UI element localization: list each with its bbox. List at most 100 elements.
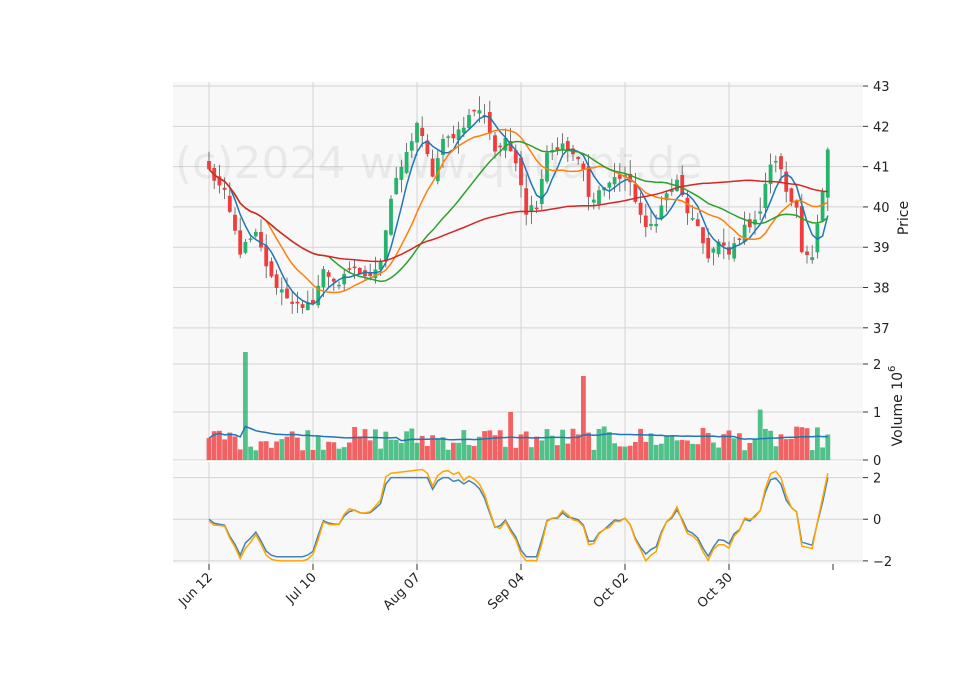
volume-bar-36 bbox=[393, 439, 399, 460]
volume-bar-23 bbox=[326, 441, 331, 460]
volume-bar-30 bbox=[362, 429, 368, 460]
volume-bar-5 bbox=[232, 436, 238, 460]
volume-bar-16 bbox=[289, 431, 295, 460]
volume-bar-40 bbox=[414, 442, 420, 460]
volume-bar-70 bbox=[570, 428, 576, 460]
volume-bar-6 bbox=[237, 449, 243, 460]
volume-bar-37 bbox=[399, 443, 404, 460]
volume-bar-56 bbox=[497, 430, 503, 460]
volume-bar-87 bbox=[659, 443, 664, 460]
volume-bar-103 bbox=[742, 450, 747, 460]
volume-bar-12 bbox=[269, 447, 274, 460]
volume-bar-116 bbox=[809, 450, 815, 460]
price-tick-label-5: 42 bbox=[873, 120, 890, 135]
volume-bar-107 bbox=[763, 428, 768, 460]
volume-bar-81 bbox=[627, 445, 633, 460]
volume-bar-84 bbox=[643, 441, 649, 460]
volume-bar-89 bbox=[669, 436, 675, 460]
volume-bar-111 bbox=[783, 439, 789, 460]
volume-bar-94 bbox=[695, 444, 701, 460]
volume-bar-42 bbox=[425, 445, 430, 460]
volume-bar-48 bbox=[456, 442, 461, 460]
volume-bar-15 bbox=[284, 436, 290, 460]
volume-bar-114 bbox=[799, 427, 805, 460]
volume-bar-44 bbox=[435, 438, 441, 460]
price-tick-label-0: 37 bbox=[873, 322, 890, 337]
volume-bar-105 bbox=[752, 438, 758, 460]
volume-axis-exponent: 6 bbox=[887, 366, 898, 372]
osc-tick-label-1: 0 bbox=[873, 513, 881, 528]
volume-bar-74 bbox=[591, 449, 597, 460]
volume-bar-67 bbox=[555, 445, 560, 460]
volume-bar-14 bbox=[279, 439, 285, 460]
volume-bar-78 bbox=[612, 443, 617, 460]
volume-bar-9 bbox=[253, 450, 259, 460]
volume-bar-3 bbox=[222, 439, 227, 460]
volume-bar-39 bbox=[409, 428, 415, 460]
volume-bar-50 bbox=[466, 444, 472, 460]
volume-bar-62 bbox=[529, 447, 534, 460]
x-tick-label-1: Jul 10 bbox=[283, 570, 320, 607]
volume-bar-54 bbox=[487, 430, 493, 460]
x-tick-label-4: Oct 02 bbox=[591, 570, 632, 611]
volume-bar-46 bbox=[445, 449, 451, 460]
volume-bar-13 bbox=[274, 441, 279, 460]
volume-bar-118 bbox=[820, 447, 825, 460]
volume-bar-49 bbox=[461, 430, 467, 460]
volume-bar-72 bbox=[581, 376, 586, 460]
volume-bar-73 bbox=[586, 432, 591, 460]
volume-bar-22 bbox=[321, 449, 326, 460]
volume-bar-53 bbox=[482, 431, 487, 460]
volume-bar-82 bbox=[633, 442, 638, 460]
volume-bar-57 bbox=[503, 446, 508, 460]
osc-tick-label-0: −2 bbox=[873, 555, 892, 570]
volume-bar-77 bbox=[607, 432, 612, 460]
volume-axis-title: Volume 106 bbox=[887, 366, 906, 447]
volume-bar-86 bbox=[653, 444, 659, 460]
volume-bar-96 bbox=[705, 433, 711, 460]
volume-bar-31 bbox=[367, 440, 373, 460]
x-tick-label-3: Sep 04 bbox=[485, 570, 528, 613]
volume-tick-label-0: 0 bbox=[873, 454, 881, 469]
volume-bar-24 bbox=[331, 442, 337, 460]
volume-bar-63 bbox=[534, 436, 539, 460]
volume-bar-117 bbox=[815, 427, 820, 460]
volume-bar-108 bbox=[768, 430, 773, 460]
osc-tick-label-2: 2 bbox=[873, 472, 881, 487]
volume-bar-11 bbox=[263, 441, 269, 460]
price-tick-label-1: 38 bbox=[873, 282, 890, 297]
volume-bar-34 bbox=[383, 431, 389, 460]
volume-bar-26 bbox=[341, 447, 347, 460]
volume-bar-65 bbox=[544, 429, 550, 460]
volume-bar-0 bbox=[206, 438, 212, 460]
volume-bar-28 bbox=[352, 426, 357, 460]
volume-bar-55 bbox=[492, 435, 498, 460]
volume-bar-79 bbox=[617, 446, 623, 460]
volume-bar-29 bbox=[357, 436, 363, 460]
volume-bar-59 bbox=[513, 447, 519, 460]
volume-bar-20 bbox=[310, 449, 316, 460]
volume-bar-38 bbox=[404, 431, 409, 460]
volume-bar-68 bbox=[560, 429, 565, 460]
volume-bar-69 bbox=[565, 443, 571, 460]
volume-bar-10 bbox=[258, 441, 264, 460]
volume-bar-100 bbox=[726, 430, 732, 460]
volume-bar-88 bbox=[664, 435, 669, 460]
volume-bar-99 bbox=[721, 434, 727, 460]
volume-bar-64 bbox=[539, 440, 545, 460]
volume-bar-95 bbox=[700, 427, 706, 460]
volume-bar-104 bbox=[747, 443, 753, 460]
volume-bar-17 bbox=[295, 437, 300, 460]
volume-bar-33 bbox=[378, 448, 383, 460]
x-tick-label-0: Jun 12 bbox=[176, 570, 216, 610]
volume-bar-21 bbox=[315, 436, 321, 460]
price-panel bbox=[173, 82, 863, 352]
volume-bar-90 bbox=[674, 440, 680, 460]
candle-35 bbox=[389, 195, 393, 236]
volume-bar-61 bbox=[523, 431, 529, 460]
volume-bar-18 bbox=[300, 450, 305, 460]
volume-bar-112 bbox=[789, 438, 794, 460]
volume-bar-109 bbox=[773, 446, 779, 460]
price-tick-label-4: 41 bbox=[873, 161, 890, 176]
volume-bar-66 bbox=[549, 435, 555, 460]
